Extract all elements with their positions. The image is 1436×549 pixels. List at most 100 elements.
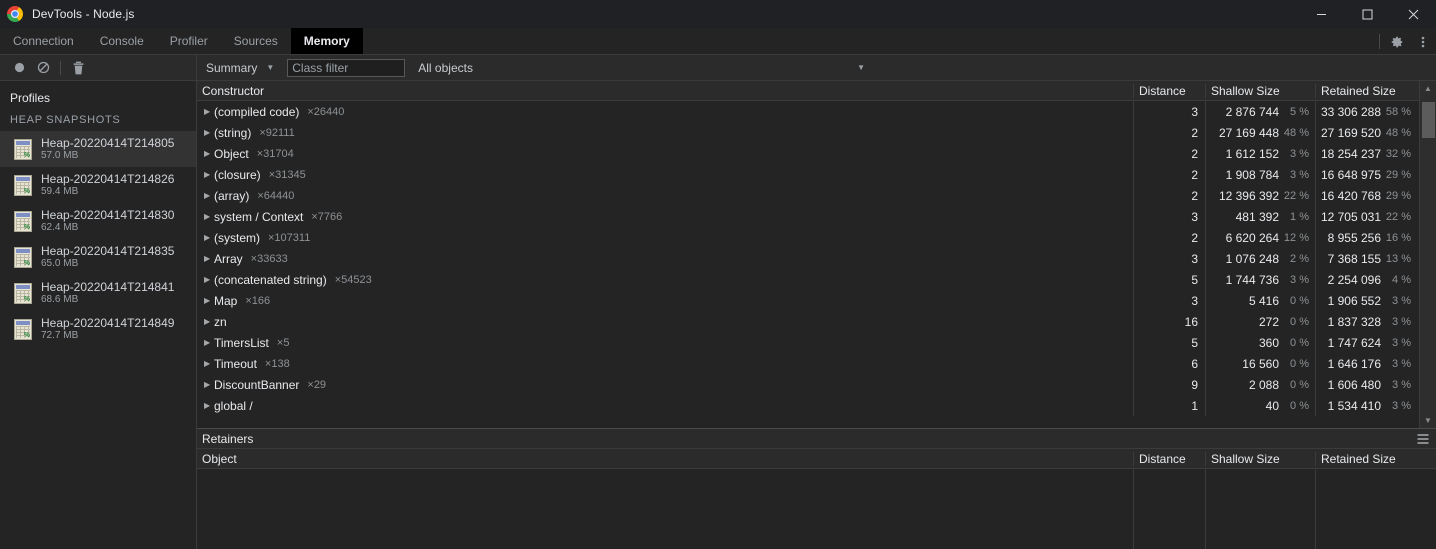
table-row[interactable]: ▶ system / Context ×7766 3 481 392 1 % 12 705 … <box>197 206 1436 227</box>
scroll-up-arrow-icon[interactable]: ▲ <box>1420 81 1436 96</box>
cell-distance: 5 <box>1133 332 1205 353</box>
retained-size-percent: 32 % <box>1385 147 1411 160</box>
hamburger-menu-icon[interactable] <box>1415 431 1431 447</box>
gear-icon[interactable] <box>1384 28 1410 55</box>
column-header-retainers-retained-size[interactable]: Retained Size <box>1315 451 1417 466</box>
cell-constructor[interactable]: ▶ system / Context ×7766 <box>197 210 1133 224</box>
cell-constructor[interactable]: ▶ DiscountBanner ×29 <box>197 378 1133 392</box>
shallow-size-percent: 5 % <box>1290 105 1309 118</box>
table-row[interactable]: ▶ (string) ×92111 2 27 169 448 48 % 27 169 520… <box>197 122 1436 143</box>
table-row[interactable]: ▶ Timeout ×138 6 16 560 0 % 1 646 176 3 % <box>197 353 1436 374</box>
cell-constructor[interactable]: ▶ (closure) ×31345 <box>197 168 1133 182</box>
table-row[interactable]: ▶ (system) ×107311 2 6 620 264 12 % 8 955 256 1… <box>197 227 1436 248</box>
objects-select[interactable]: All objects <box>418 61 473 75</box>
table-row[interactable]: ▶ (closure) ×31345 2 1 908 784 3 % 16 648 975 2… <box>197 164 1436 185</box>
shallow-size-value: 5 416 <box>1248 293 1279 308</box>
constructor-name: (closure) <box>214 167 261 182</box>
no-entry-circle-slash-icon[interactable] <box>31 56 55 80</box>
record-circle-icon[interactable] <box>7 56 31 80</box>
retainers-retained-column <box>1315 469 1417 549</box>
cell-constructor[interactable]: ▶ (compiled code) ×26440 <box>197 105 1133 119</box>
expand-triangle-icon[interactable]: ▶ <box>204 380 214 389</box>
minimize-icon[interactable] <box>1298 0 1344 28</box>
table-row[interactable]: ▶ (concatenated string) ×54523 5 1 744 736 3 … <box>197 269 1436 290</box>
cell-retained-size: 1 606 480 3 % <box>1315 374 1417 395</box>
column-header-shallow-size[interactable]: Shallow Size <box>1205 83 1315 98</box>
tab-connection[interactable]: Connection <box>0 28 87 54</box>
expand-triangle-icon[interactable]: ▶ <box>204 191 214 200</box>
cell-constructor[interactable]: ▶ (string) ×92111 <box>197 126 1133 140</box>
expand-triangle-icon[interactable]: ▶ <box>204 317 214 326</box>
cell-constructor[interactable]: ▶ (concatenated string) ×54523 <box>197 273 1133 287</box>
tab-sources[interactable]: Sources <box>221 28 291 54</box>
grid-vertical-scrollbar[interactable]: ▲ ▼ <box>1419 81 1436 428</box>
maximize-icon[interactable] <box>1344 0 1390 28</box>
profile-item[interactable]: % Heap-20220414T214826 59.4 MB <box>0 167 196 203</box>
cell-constructor[interactable]: ▶ zn <box>197 315 1133 329</box>
table-row[interactable]: ▶ DiscountBanner ×29 9 2 088 0 % 1 606 480 3 % <box>197 374 1436 395</box>
table-row[interactable]: ▶ Array ×33633 3 1 076 248 2 % 7 368 155 13 % <box>197 248 1436 269</box>
shallow-size-value: 6 620 264 <box>1225 230 1279 245</box>
scroll-down-arrow-icon[interactable]: ▼ <box>1420 413 1436 428</box>
cell-shallow-size: 272 0 % <box>1205 311 1315 332</box>
tab-memory[interactable]: Memory <box>290 28 363 54</box>
table-row[interactable]: ▶ (compiled code) ×26440 3 2 876 744 5 % 33 30… <box>197 101 1436 122</box>
chevron-down-icon-objects[interactable]: ▼ <box>857 63 865 72</box>
profile-item[interactable]: % Heap-20220414T214849 72.7 MB <box>0 311 196 347</box>
expand-triangle-icon[interactable]: ▶ <box>204 338 214 347</box>
constructor-name: system / Context <box>214 209 304 224</box>
expand-triangle-icon[interactable]: ▶ <box>204 212 214 221</box>
expand-triangle-icon[interactable]: ▶ <box>204 170 214 179</box>
expand-triangle-icon[interactable]: ▶ <box>204 359 214 368</box>
table-row[interactable]: ▶ TimersList ×5 5 360 0 % 1 747 624 3 % <box>197 332 1436 353</box>
table-row[interactable]: ▶ zn 16 272 0 % 1 837 328 3 % <box>197 311 1436 332</box>
scroll-thumb[interactable] <box>1421 102 1435 138</box>
expand-triangle-icon[interactable]: ▶ <box>204 401 214 410</box>
table-row[interactable]: ▶ global /1 40 0 % 1 534 410 3 % <box>197 395 1436 416</box>
close-icon[interactable] <box>1390 0 1436 28</box>
cell-constructor[interactable]: ▶ Array ×33633 <box>197 252 1133 266</box>
chevron-down-icon[interactable]: ▼ <box>266 63 274 72</box>
table-row[interactable]: ▶ Object ×31704 2 1 612 152 3 % 18 254 237 32 % <box>197 143 1436 164</box>
expand-triangle-icon[interactable]: ▶ <box>204 233 214 242</box>
profile-item[interactable]: % Heap-20220414T214835 65.0 MB <box>0 239 196 275</box>
cell-constructor[interactable]: ▶ Timeout ×138 <box>197 357 1133 371</box>
profile-item[interactable]: % Heap-20220414T214830 62.4 MB <box>0 203 196 239</box>
cell-constructor[interactable]: ▶ global / <box>197 399 1133 413</box>
cell-constructor[interactable]: ▶ (array) ×64440 <box>197 189 1133 203</box>
cell-constructor[interactable]: ▶ TimersList ×5 <box>197 336 1133 350</box>
view-select[interactable]: Summary <box>206 61 257 75</box>
cell-constructor[interactable]: ▶ (system) ×107311 <box>197 231 1133 245</box>
expand-triangle-icon[interactable]: ▶ <box>204 107 214 116</box>
tab-console[interactable]: Console <box>87 28 157 54</box>
expand-triangle-icon[interactable]: ▶ <box>204 275 214 284</box>
cell-constructor[interactable]: ▶ Map ×166 <box>197 294 1133 308</box>
column-header-retainers-shallow-size[interactable]: Shallow Size <box>1205 451 1315 466</box>
profile-name: Heap-20220414T214835 <box>41 244 175 258</box>
column-header-retainers-distance[interactable]: Distance <box>1133 451 1205 466</box>
table-row[interactable]: ▶ Map ×166 3 5 416 0 % 1 906 552 3 % <box>197 290 1436 311</box>
column-header-object[interactable]: Object <box>197 452 1133 466</box>
cell-constructor[interactable]: ▶ Object ×31704 <box>197 147 1133 161</box>
shallow-size-percent: 12 % <box>1283 231 1309 244</box>
expand-triangle-icon[interactable]: ▶ <box>204 128 214 137</box>
shallow-size-value: 40 <box>1265 398 1279 413</box>
kebab-menu-icon[interactable] <box>1410 28 1436 55</box>
tab-profiler[interactable]: Profiler <box>157 28 221 54</box>
retained-size-percent: 3 % <box>1392 399 1411 412</box>
scroll-track[interactable] <box>1420 96 1436 413</box>
column-header-retained-size[interactable]: Retained Size <box>1315 83 1417 98</box>
table-row[interactable]: ▶ (array) ×64440 2 12 396 392 22 % 16 420 768 2… <box>197 185 1436 206</box>
expand-triangle-icon[interactable]: ▶ <box>204 149 214 158</box>
trash-icon[interactable] <box>66 56 90 80</box>
expand-triangle-icon[interactable]: ▶ <box>204 254 214 263</box>
cell-shallow-size: 1 076 248 2 % <box>1205 248 1315 269</box>
class-filter-input[interactable] <box>287 58 406 77</box>
profile-item[interactable]: % Heap-20220414T214841 68.6 MB <box>0 275 196 311</box>
column-header-constructor[interactable]: Constructor <box>197 84 1133 98</box>
expand-triangle-icon[interactable]: ▶ <box>204 296 214 305</box>
heap-snapshot-icon: % <box>14 246 32 268</box>
profile-item[interactable]: % Heap-20220414T214805 57.0 MB <box>0 131 196 167</box>
column-header-distance[interactable]: Distance <box>1133 83 1205 98</box>
chrome-logo-icon <box>7 6 23 22</box>
